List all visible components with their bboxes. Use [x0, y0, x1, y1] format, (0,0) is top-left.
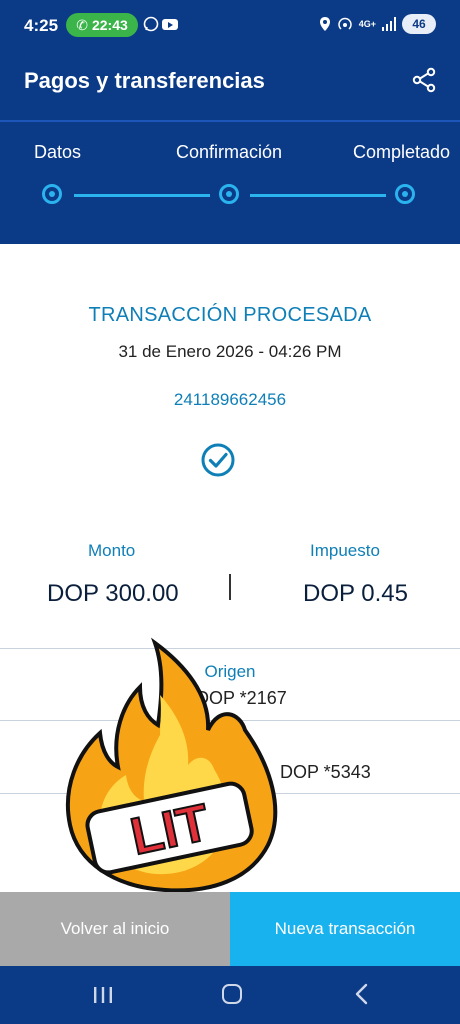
home-button[interactable]: Volver al inicio — [0, 892, 230, 966]
system-navbar — [0, 966, 460, 1024]
status-time: 4:25 — [24, 16, 59, 35]
page-title: Pagos y transferencias — [24, 68, 265, 93]
youtube-icon — [162, 19, 178, 30]
transaction-status: TRANSACCIÓN PROCESADA — [88, 304, 372, 326]
status-bar: 4:25 ✆ 22:43 4G+ 46 — [0, 0, 460, 52]
step-connector — [74, 194, 210, 197]
check-circle-icon — [201, 443, 235, 477]
tax-label: Impuesto — [310, 541, 380, 560]
recent-apps-icon[interactable] — [93, 986, 113, 1004]
step-dot-confirmacion — [219, 184, 239, 204]
tax-value: DOP 0.45 — [303, 580, 408, 607]
battery-icon: 46 — [402, 14, 436, 34]
share-icon[interactable] — [410, 66, 438, 94]
amount-divider — [229, 574, 231, 600]
step-dot-completado — [395, 184, 415, 204]
progress-stepper: Datos Confirmación Completado — [0, 120, 460, 246]
location-icon — [319, 17, 330, 31]
transaction-date: 31 de Enero 2026 - 04:26 PM — [118, 342, 342, 361]
step-dot-datos — [42, 184, 62, 204]
whatsapp-icon — [143, 16, 159, 32]
phone-icon: ✆ — [76, 16, 88, 33]
step-connector — [250, 194, 386, 197]
hotspot-icon — [338, 17, 352, 30]
amount-value: DOP 300.00 — [47, 580, 179, 607]
signal-icon — [382, 17, 396, 31]
fire-lit-sticker: LIT — [65, 637, 278, 893]
transaction-reference: 241189662456 — [173, 390, 287, 409]
destination-value: DOP *5343 — [280, 762, 371, 782]
step-label-completado: Completado — [353, 142, 451, 162]
network-type: 4G+ — [358, 18, 376, 29]
back-icon[interactable] — [352, 983, 372, 1005]
call-timer: 22:43 — [91, 17, 128, 33]
system-icons: 4G+ 46 — [319, 14, 436, 34]
step-label-datos: Datos — [34, 142, 82, 162]
step-label-confirmacion: Confirmación — [176, 142, 283, 162]
amount-label: Monto — [88, 541, 136, 560]
new-transaction-button[interactable]: Nueva transacción — [230, 892, 460, 966]
call-indicator[interactable]: ✆ 22:43 — [66, 13, 138, 37]
home-nav-icon[interactable] — [222, 984, 242, 1004]
app-header: Pagos y transferencias — [0, 52, 460, 120]
